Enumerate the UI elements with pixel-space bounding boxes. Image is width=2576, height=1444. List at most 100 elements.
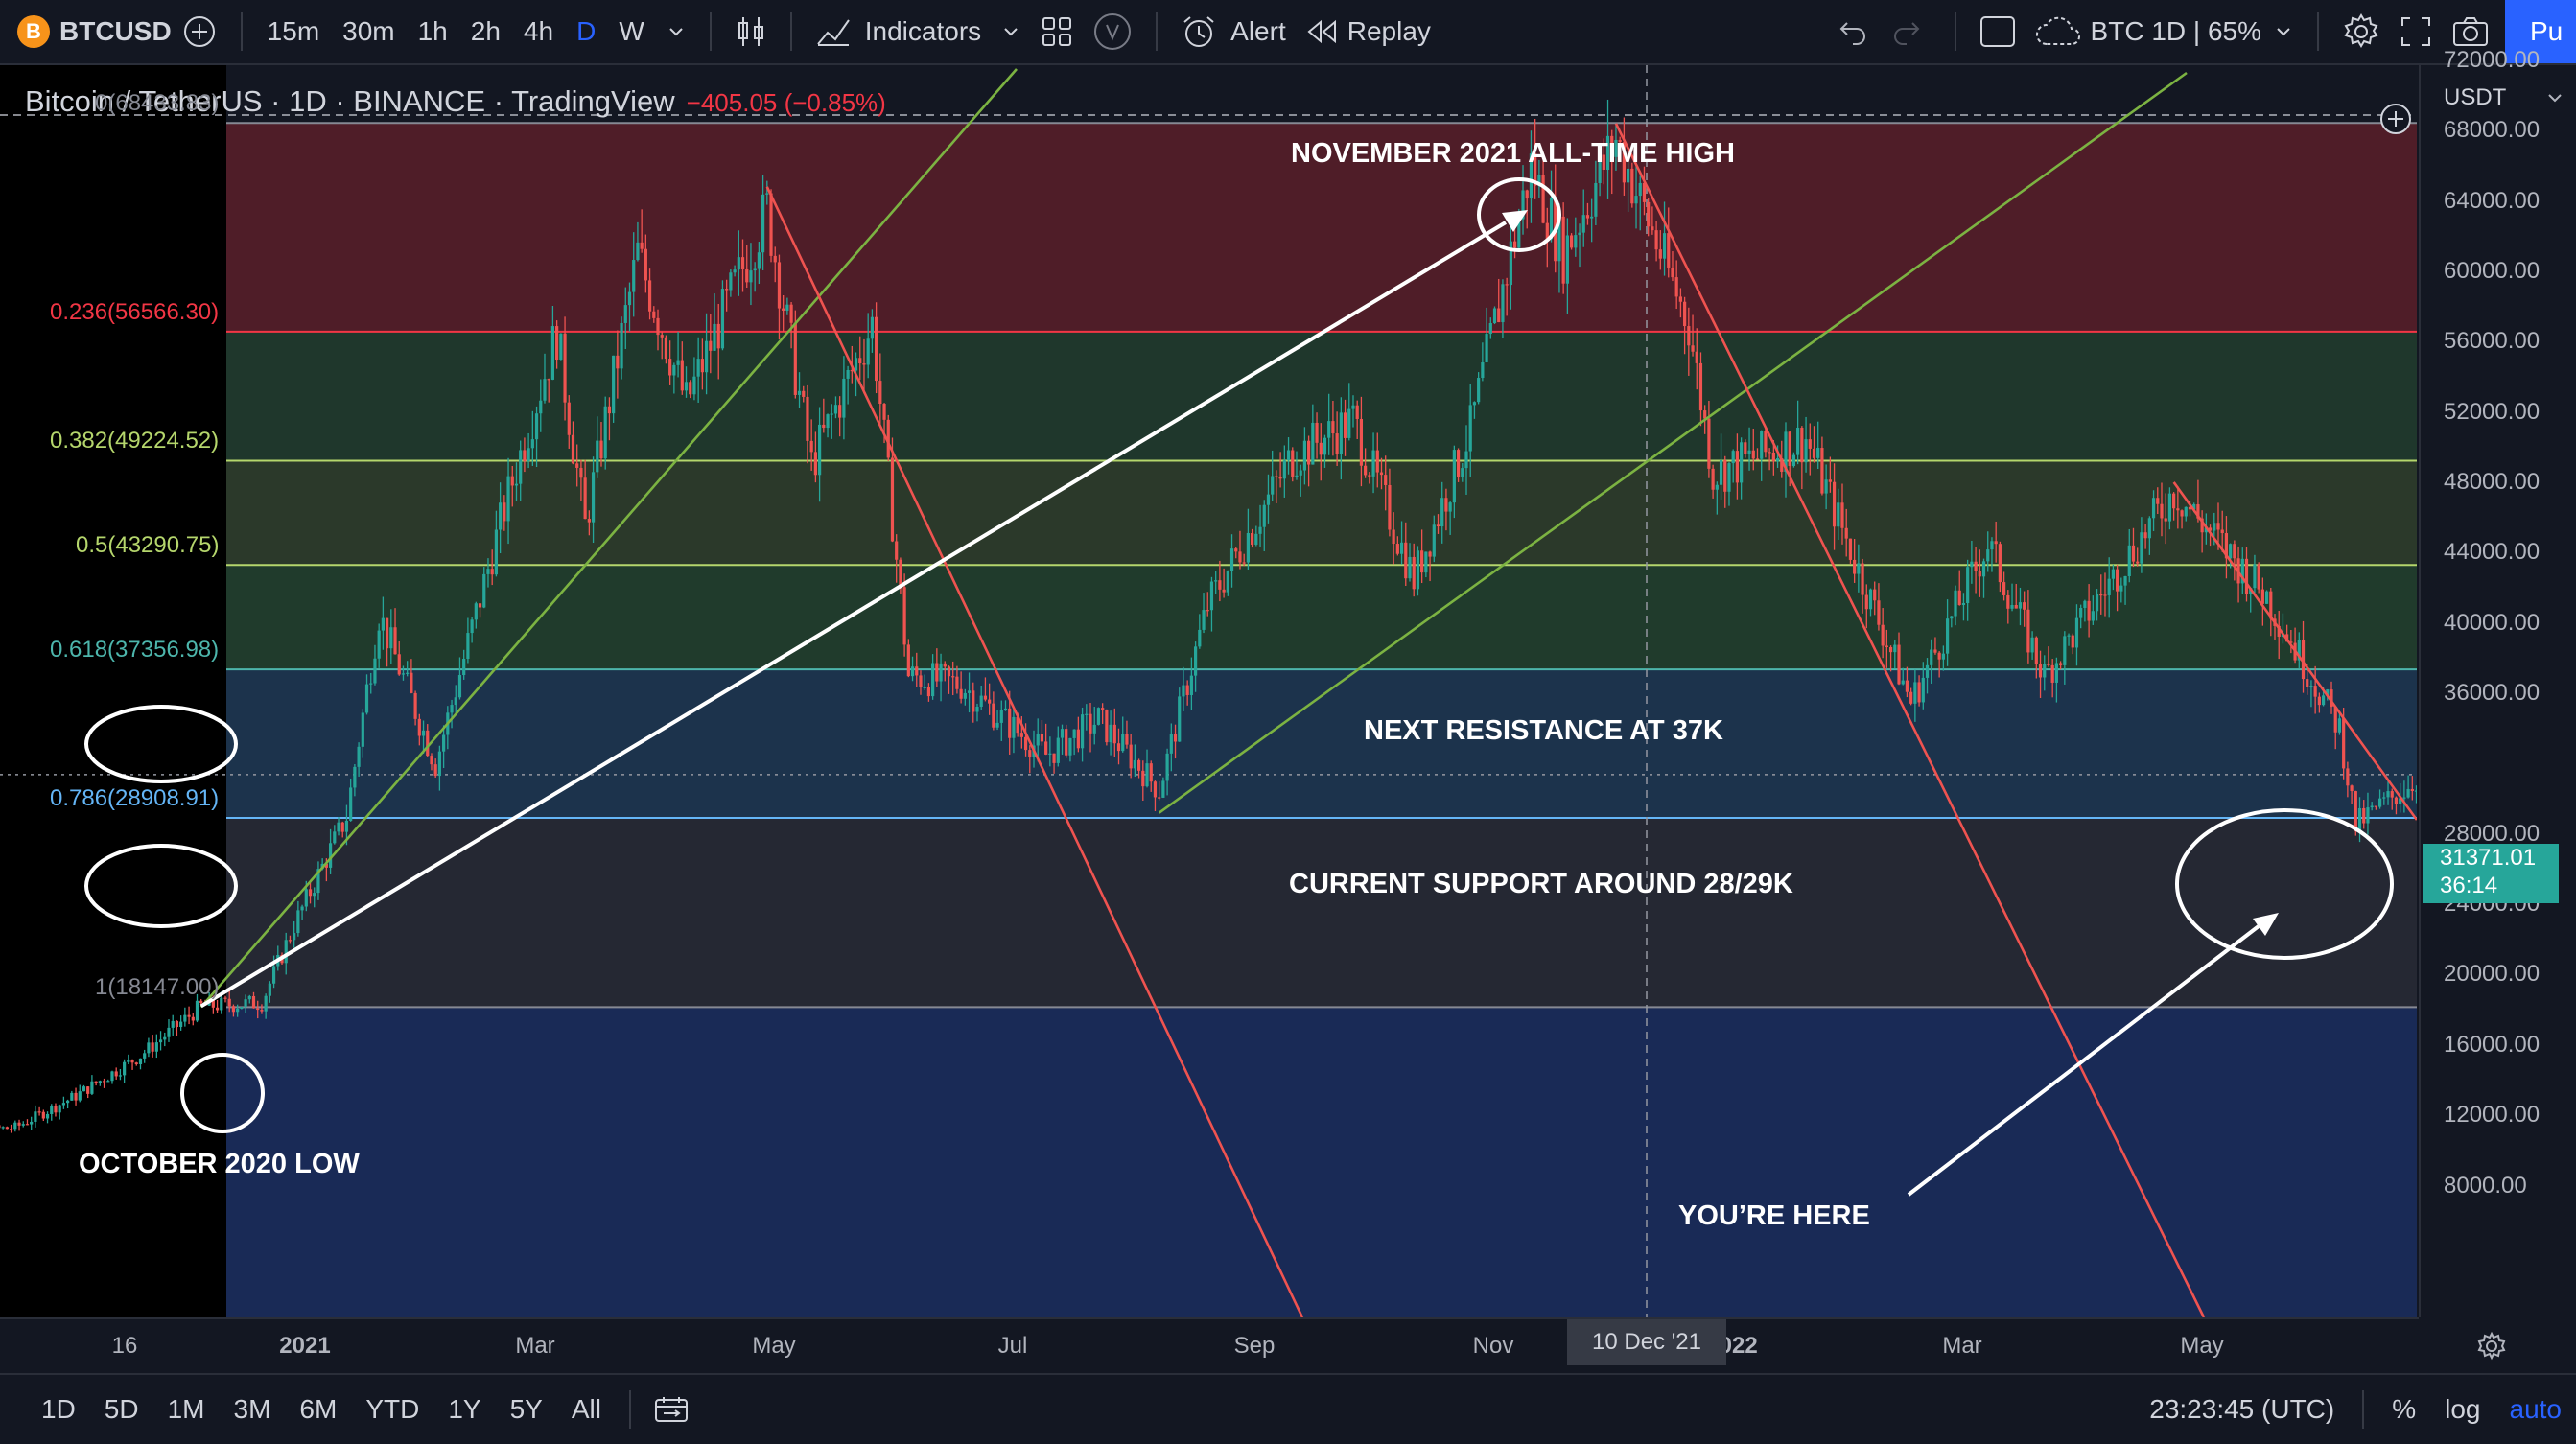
range-all[interactable]: All <box>557 1394 616 1425</box>
range-3m[interactable]: 3M <box>220 1394 286 1425</box>
replay-button[interactable]: Replay <box>1296 0 1440 63</box>
candle-body <box>1659 249 1662 259</box>
candle-body <box>1679 296 1682 301</box>
candle-body <box>1938 653 1941 660</box>
candle-body <box>1477 378 1480 402</box>
log-scale-toggle[interactable]: log <box>2430 1394 2494 1425</box>
candle-body <box>831 413 833 414</box>
layout-name-button[interactable]: BTC 1D | 65% <box>2026 0 2304 63</box>
indicator-templates-button[interactable] <box>991 0 1031 63</box>
left-shadow-area <box>0 65 226 1317</box>
ideas-button[interactable] <box>1083 0 1142 63</box>
candle-body <box>1073 730 1076 738</box>
interval-15m[interactable]: 15m <box>256 16 331 47</box>
candle-body <box>1756 458 1759 459</box>
indicators-icon <box>815 15 852 48</box>
candle-body <box>915 666 918 675</box>
candle-body <box>1283 460 1286 478</box>
axis-currency: USDT <box>2444 84 2506 111</box>
candle-body <box>1170 734 1173 754</box>
toolbar-divider <box>2317 12 2319 51</box>
interval-30m[interactable]: 30m <box>331 16 406 47</box>
candle-body <box>1541 175 1544 223</box>
candle-body <box>1271 476 1274 494</box>
candle-body <box>1740 442 1743 482</box>
candle-body <box>1044 741 1047 754</box>
candle-body <box>1376 451 1379 473</box>
candle-body <box>1752 451 1755 459</box>
candle-body <box>1651 226 1653 230</box>
candle-body <box>223 998 226 999</box>
range-6m[interactable]: 6M <box>285 1394 351 1425</box>
candle-body <box>2346 768 2349 785</box>
date-range-button[interactable] <box>644 1378 698 1441</box>
candle-body <box>1012 717 1015 738</box>
fullscreen-toggle[interactable] <box>1970 0 2026 63</box>
candle-body <box>2233 544 2236 558</box>
candle-body <box>911 666 914 676</box>
settings-button[interactable] <box>2332 0 2390 63</box>
candle-body <box>2213 523 2215 530</box>
utc-clock[interactable]: 23:23:45 (UTC) <box>2135 1394 2349 1425</box>
indicators-button[interactable]: Indicators <box>806 0 991 63</box>
candle-body <box>1097 708 1100 725</box>
alert-label: Alert <box>1230 16 1286 47</box>
candle-body <box>119 1075 122 1076</box>
candle-body <box>1444 498 1447 511</box>
range-ytd[interactable]: YTD <box>351 1394 433 1425</box>
candle-body <box>2386 791 2389 797</box>
auto-scale-toggle[interactable]: auto <box>2495 1394 2576 1425</box>
candle-body <box>1930 649 1932 664</box>
candle-body <box>1833 482 1836 527</box>
compare-symbol-button[interactable] <box>172 0 227 63</box>
interval-w[interactable]: W <box>607 16 655 47</box>
price-axis[interactable]: USDT 72000.0068000.0064000.0060000.00560… <box>2419 65 2576 1317</box>
redo-button[interactable] <box>1880 0 1932 63</box>
candle-body <box>2265 592 2268 604</box>
interval-1h[interactable]: 1h <box>407 16 459 47</box>
candle-body <box>1582 215 1585 232</box>
expand-button[interactable] <box>2390 0 2442 63</box>
chart-canvas[interactable] <box>0 65 2417 1317</box>
interval-2h[interactable]: 2h <box>459 16 512 47</box>
range-5y[interactable]: 5Y <box>496 1394 557 1425</box>
candle-body <box>176 1021 178 1027</box>
candle-body <box>2123 576 2126 586</box>
candle-body <box>749 270 752 282</box>
time-axis-label: Sep <box>1234 1333 1276 1360</box>
chart-type-button[interactable] <box>725 0 777 63</box>
candle-body <box>79 1091 82 1100</box>
range-1d[interactable]: 1D <box>27 1394 90 1425</box>
candle-body <box>1089 714 1091 734</box>
candle-body <box>1105 710 1108 742</box>
candle-body <box>159 1039 162 1042</box>
candle-body <box>855 358 857 370</box>
candle-body <box>333 831 336 843</box>
gear-icon[interactable] <box>2476 1331 2507 1362</box>
candle-body <box>988 700 991 704</box>
symbol-search-button[interactable]: BTCUSD <box>59 16 172 47</box>
undo-button[interactable] <box>1828 0 1880 63</box>
layouts-button[interactable] <box>1031 0 1083 63</box>
alert-button[interactable]: Alert <box>1171 0 1296 63</box>
candle-body <box>1732 451 1735 463</box>
add-alert-button[interactable] <box>2378 102 2413 136</box>
range-1m[interactable]: 1M <box>153 1394 220 1425</box>
candle-body <box>705 341 708 373</box>
range-5d[interactable]: 5D <box>90 1394 153 1425</box>
interval-dropdown-button[interactable] <box>656 0 696 63</box>
candle-body <box>1902 681 1905 685</box>
candle-body <box>1469 405 1472 451</box>
interval-d[interactable]: D <box>565 16 607 47</box>
percent-scale-toggle[interactable]: % <box>2377 1394 2430 1425</box>
candle-body <box>2026 610 2029 653</box>
candle-body <box>1667 233 1670 268</box>
candle-body <box>369 684 372 685</box>
candle-body <box>2035 638 2038 664</box>
candle-body <box>1165 754 1168 781</box>
time-axis[interactable]: 162021MarMayJulSepNov2022MarMay <box>0 1317 2419 1373</box>
chevron-down-icon[interactable] <box>2545 88 2564 107</box>
candle-body <box>1768 452 1771 453</box>
range-1y[interactable]: 1Y <box>433 1394 495 1425</box>
interval-4h[interactable]: 4h <box>512 16 565 47</box>
